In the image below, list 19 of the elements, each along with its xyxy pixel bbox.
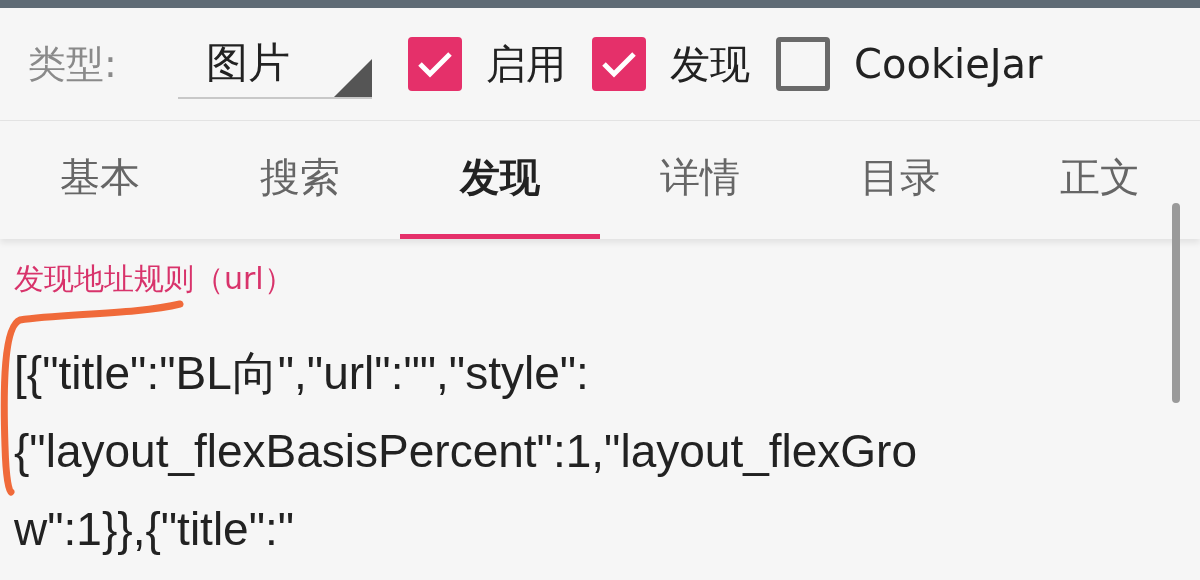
checkbox[interactable] — [592, 37, 646, 91]
tab[interactable]: 发现 — [400, 121, 600, 239]
tab[interactable]: 搜索 — [200, 121, 400, 239]
checkbox-label: 启用 — [486, 39, 566, 89]
checkbox-label: 发现 — [670, 39, 750, 89]
dropdown-triangle-icon — [334, 59, 372, 97]
rule-input-field[interactable]: [{"title":"BL向","url":"","style": {"layout_flexBasisPercent":1,"layout_flexGro w":1}},{"title":" — [14, 334, 1200, 568]
tab[interactable]: 详情 — [600, 121, 800, 239]
checkbox-label: CookieJar — [854, 41, 1043, 87]
tab[interactable]: 正文 — [1000, 121, 1200, 239]
check-icon — [416, 49, 454, 79]
tab[interactable]: 目录 — [800, 121, 1000, 239]
tab[interactable]: 基本 — [0, 121, 200, 239]
type-dropdown[interactable]: 图片 — [178, 29, 372, 99]
check-icon — [600, 49, 638, 79]
checkbox[interactable] — [408, 37, 462, 91]
type-label: 类型: — [28, 40, 118, 88]
checkbox[interactable] — [776, 37, 830, 91]
field-label: 发现地址规则（url） — [14, 260, 295, 298]
